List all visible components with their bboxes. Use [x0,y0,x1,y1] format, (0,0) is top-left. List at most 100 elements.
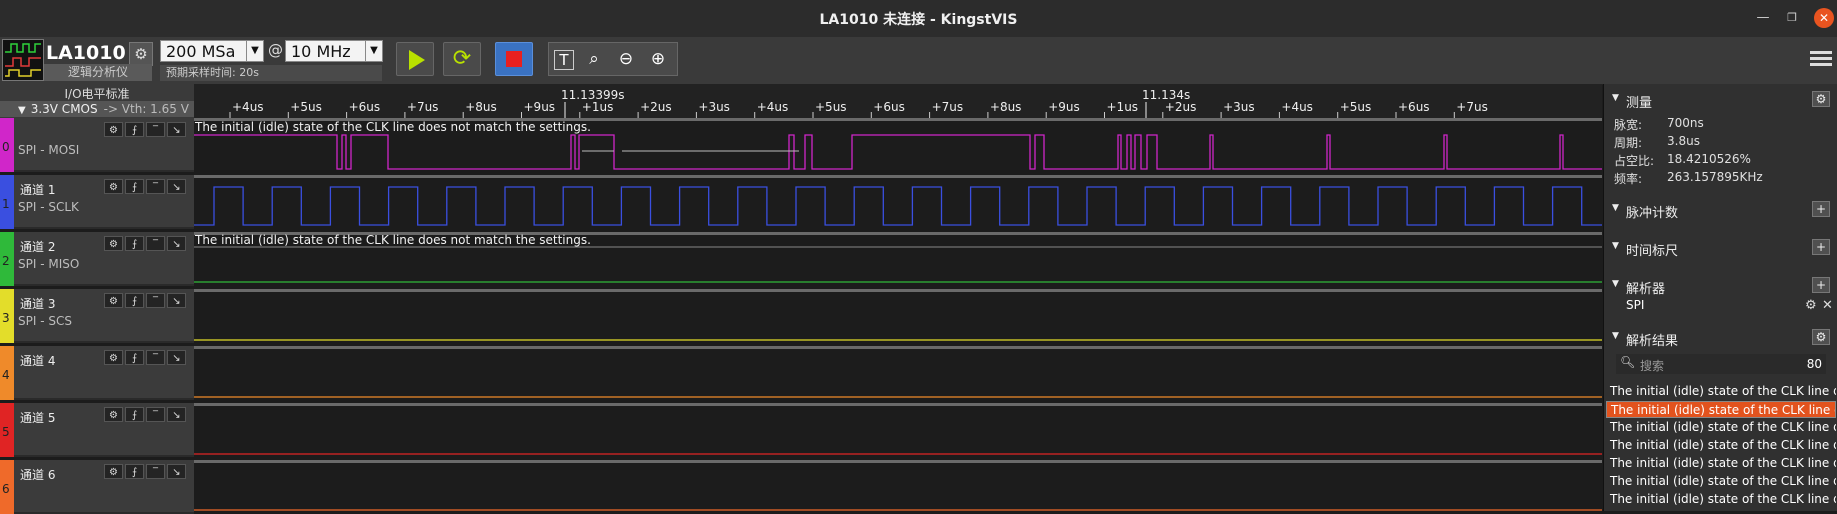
channel-color-strip: 2 [0,232,14,286]
trigger-buttons: ⚙ ⨍ ‾ ↘ [104,236,192,253]
trigger-edge-icon[interactable]: ⨍ [125,179,144,194]
waveform-canvas: +4us +5us +6us +7us +8us +9us +1us +2us +3us +4us… [194,84,1602,511]
add-pulse-count-icon[interactable]: + [1812,201,1830,217]
add-time-ruler-icon[interactable]: + [1812,239,1830,255]
menu-icon[interactable] [1810,48,1832,70]
close-button[interactable]: ✕ [1814,8,1834,28]
device-logo-icon [2,39,44,81]
trigger-high-icon[interactable]: ‾ [146,407,165,422]
decoder-settings-gear-icon[interactable]: ⚙ [1805,298,1817,313]
decode-search-input[interactable]: 🔍︎ 搜索 80 [1616,354,1826,374]
measure-value: 700ns [1667,116,1704,130]
trigger-high-icon[interactable]: ‾ [146,179,165,194]
trigger-falling-icon[interactable]: ↘ [167,350,186,365]
add-decoder-icon[interactable]: + [1812,277,1830,293]
decode-result-item[interactable]: The initial (idle) state of the CLK line… [1606,473,1836,490]
trigger-falling-icon[interactable]: ↘ [167,236,186,251]
start-button[interactable] [396,42,434,76]
chevron-down-icon: ▼ [365,41,382,61]
trigger-high-icon[interactable]: ‾ [146,464,165,479]
loop-run-button[interactable]: ⟳ [443,42,481,76]
channel-number: 2 [2,254,10,268]
sample-rate-select[interactable]: 10 MHz ▼ [285,40,383,62]
trigger-edge-icon[interactable]: ⨍ [125,464,144,479]
io-level-select[interactable]: ▼ 3.3V CMOS -> Vth: 1.65 V [0,101,194,117]
channel-gear-icon[interactable]: ⚙ [104,464,123,479]
ruler-tick-label: +6us [349,100,381,114]
stop-icon [506,51,522,67]
trigger-edge-icon[interactable]: ⨍ [125,122,144,137]
device-settings-gear-icon[interactable]: ⚙ [129,42,153,66]
ruler-tick-label: +1us [1107,100,1139,114]
decoder-item-spi[interactable]: SPI ⚙ ✕ [1604,297,1837,315]
channel-row[interactable]: 3 通道 3 SPI - SCS ⚙ ⨍ ‾ ↘ [0,289,194,343]
trigger-high-icon[interactable]: ‾ [146,236,165,251]
channel-row[interactable]: 0 SPI - MOSI ⚙ ⨍ ‾ ↘ [0,118,194,172]
channel-row[interactable]: 6 通道 6 ⚙ ⨍ ‾ ↘ [0,460,194,514]
sample-count-value: 200 MSa [166,42,236,61]
triangle-down-icon: ▼ [1612,203,1619,213]
triangle-down-icon: ▼ [1612,331,1619,341]
zoom-in-icon[interactable]: ⊕ [647,48,669,70]
channel-color-strip: 3 [0,289,14,343]
result-count: 80 [1806,357,1822,371]
sample-count-select[interactable]: 200 MSa ▼ [160,40,264,62]
trigger-falling-icon[interactable]: ↘ [167,293,186,308]
channel-number: 4 [2,368,10,382]
text-tool-icon[interactable]: T [554,50,574,70]
decode-result-item[interactable]: The initial (idle) state of the CLK line… [1606,401,1836,418]
decode-result-item[interactable]: The initial (idle) state of the CLK line… [1606,455,1836,472]
expected-sample-time: 预期采样时间: 20s [160,65,382,81]
channel-row[interactable]: 2 通道 2 SPI - MISO ⚙ ⨍ ‾ ↘ [0,232,194,286]
time-marker-label: 11.13399s [561,88,625,102]
lane-separator [194,403,1602,406]
trigger-falling-icon[interactable]: ↘ [167,122,186,137]
channel-gear-icon[interactable]: ⚙ [104,350,123,365]
remove-decoder-icon[interactable]: ✕ [1822,298,1833,313]
channel-gear-icon[interactable]: ⚙ [104,293,123,308]
trigger-high-icon[interactable]: ‾ [146,350,165,365]
trigger-edge-icon[interactable]: ⨍ [125,350,144,365]
decode-result-item[interactable]: The initial (idle) state of the CLK line… [1606,383,1836,400]
decode-results-header[interactable]: ▼ 解析结果 ⚙ [1604,328,1837,349]
channel-gear-icon[interactable]: ⚙ [104,236,123,251]
maximize-button[interactable]: ❐ [1783,9,1801,27]
time-ruler-header[interactable]: ▼ 时间标尺 + [1604,238,1837,259]
decode-result-item[interactable]: The initial (idle) state of the CLK line… [1606,437,1836,454]
ruler-tick-label: +4us [232,100,264,114]
channel-row[interactable]: 4 通道 4 ⚙ ⨍ ‾ ↘ [0,346,194,400]
channel-row[interactable]: 1 通道 1 SPI - SCLK ⚙ ⨍ ‾ ↘ [0,175,194,229]
decode-result-item[interactable]: The initial (idle) state of the CLK line… [1606,419,1836,436]
measure-settings-gear-icon[interactable]: ⚙ [1812,91,1830,107]
measure-header[interactable]: ▼ 测量 ⚙ [1604,90,1837,111]
decode-result-item[interactable]: The initial (idle) state of the CLK line… [1606,491,1836,508]
trigger-falling-icon[interactable]: ↘ [167,407,186,422]
channel-row[interactable]: 5 通道 5 ⚙ ⨍ ‾ ↘ [0,403,194,457]
decoder-header[interactable]: ▼ 解析器 + [1604,276,1837,297]
trigger-buttons: ⚙ ⨍ ‾ ↘ [104,179,192,196]
chevron-down-icon: ▼ [246,41,263,61]
time-ruler-title: 时间标尺 [1626,244,1679,259]
trigger-edge-icon[interactable]: ⨍ [125,293,144,308]
channel-gear-icon[interactable]: ⚙ [104,407,123,422]
minimize-button[interactable]: — [1754,9,1772,27]
zoom-out-icon[interactable]: ⊖ [615,48,637,70]
pulse-count-header[interactable]: ▼ 脉冲计数 + [1604,200,1837,221]
decode-results-settings-gear-icon[interactable]: ⚙ [1812,329,1830,345]
device-subtitle: 逻辑分析仪 [44,64,152,81]
ruler-tick-label: +6us [873,100,905,114]
trigger-edge-icon[interactable]: ⨍ [125,236,144,251]
trigger-high-icon[interactable]: ‾ [146,122,165,137]
waveform-area[interactable]: +4us +5us +6us +7us +8us +9us +1us +2us +3us +4us… [194,84,1602,511]
trigger-high-icon[interactable]: ‾ [146,293,165,308]
channel-gear-icon[interactable]: ⚙ [104,179,123,194]
ruler-tick-label: +7us [1456,100,1488,114]
stop-button[interactable] [495,42,533,76]
channel-gear-icon[interactable]: ⚙ [104,122,123,137]
trigger-edge-icon[interactable]: ⨍ [125,407,144,422]
trigger-falling-icon[interactable]: ↘ [167,464,186,479]
right-panel: ▼ 测量 ⚙ 脉宽: 700ns 周期: 3.8us 占空比: 18.4210526%… [1603,84,1837,511]
search-icon: 🔍︎ [1620,355,1636,369]
trigger-falling-icon[interactable]: ↘ [167,179,186,194]
zoom-fit-icon[interactable]: ⌕ [583,48,605,70]
